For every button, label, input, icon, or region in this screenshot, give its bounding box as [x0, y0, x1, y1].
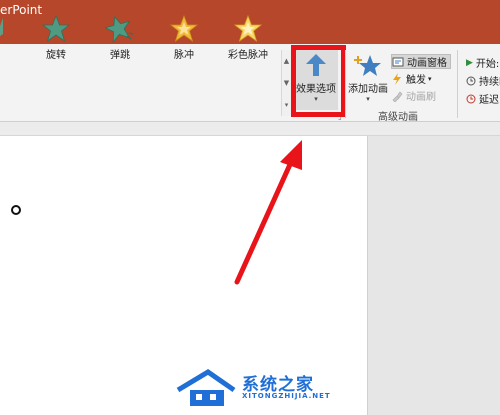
gallery-item-color-pulse[interactable]: 彩色脉冲	[220, 14, 276, 61]
clock-icon	[466, 94, 476, 103]
animation-painter-icon	[392, 91, 403, 102]
gallery-scroll-up-icon[interactable]: ▲	[282, 50, 291, 72]
up-arrow-icon	[306, 54, 326, 76]
gallery-item-bounce[interactable]: 弹跳	[92, 14, 148, 61]
group-separator	[345, 50, 346, 118]
start-label: 开始:	[475, 59, 500, 70]
group-separator	[457, 50, 458, 118]
gallery-scrollbar[interactable]: ▲ ▼ ▾	[281, 50, 291, 116]
effect-options-label: 效果选项	[296, 84, 336, 95]
slide-tab-bar	[0, 122, 500, 136]
gallery-item-pulse[interactable]: 脉冲	[156, 14, 212, 61]
delay-control[interactable]: 延迟:	[466, 91, 500, 106]
animation-pane-label: 动画窗格	[407, 58, 447, 69]
add-animation-button[interactable]: 添加动画 ▾	[347, 52, 389, 104]
spin-star-icon	[41, 14, 71, 42]
chevron-down-icon: ▾	[428, 74, 432, 83]
gallery-item-label: 旋转	[46, 50, 66, 61]
pulse-star-icon	[169, 14, 199, 42]
gallery-item-label: 弹跳	[110, 50, 130, 61]
delay-label: 延迟:	[479, 95, 500, 106]
effect-options-button[interactable]: 效果选项 ▾	[294, 48, 338, 110]
duration-label: 持续时	[479, 77, 500, 88]
animation-pane-button[interactable]: 动画窗格	[391, 54, 451, 69]
lightning-icon	[393, 72, 401, 85]
animation-painter-button[interactable]: 动画刷	[391, 88, 436, 103]
chevron-down-icon: ▾	[314, 95, 318, 103]
watermark: 系统之家 XITONGZHIJIA.NET	[170, 364, 330, 410]
gallery-item-spin[interactable]: 旋转	[28, 14, 84, 61]
bounce-star-icon	[105, 16, 134, 44]
add-animation-label: 添加动画	[348, 84, 388, 95]
trigger-label: 触发	[406, 75, 426, 86]
group-label-advanced-animation: 高级动画	[378, 112, 418, 123]
gallery-scroll-down-icon[interactable]: ▼	[282, 72, 291, 94]
color-pulse-star-icon	[233, 14, 263, 42]
add-star-icon	[354, 55, 381, 76]
chevron-down-icon: ▾	[366, 95, 370, 103]
animation-pane-icon	[392, 57, 404, 66]
dialog-launcher-icon[interactable]: ⌟	[338, 112, 342, 121]
gallery-item-partial[interactable]	[0, 14, 16, 60]
watermark-logo-icon	[176, 369, 236, 406]
animation-painter-label: 动画刷	[406, 92, 436, 103]
watermark-url: XITONGZHIJIA.NET	[242, 392, 331, 400]
motion-path-point[interactable]	[11, 205, 21, 215]
gallery-expand-icon[interactable]: ▾	[282, 94, 291, 116]
gallery-item-label: 脉冲	[174, 50, 194, 61]
clock-icon	[466, 76, 476, 85]
start-control[interactable]: ▶ 开始:	[466, 55, 500, 71]
gallery-item-label: 彩色脉冲	[228, 50, 268, 61]
star-partial-icon	[0, 18, 3, 37]
duration-control[interactable]: 持续时	[466, 73, 500, 88]
play-icon: ▶	[466, 57, 473, 68]
trigger-button[interactable]: 触发 ▾	[391, 71, 432, 86]
